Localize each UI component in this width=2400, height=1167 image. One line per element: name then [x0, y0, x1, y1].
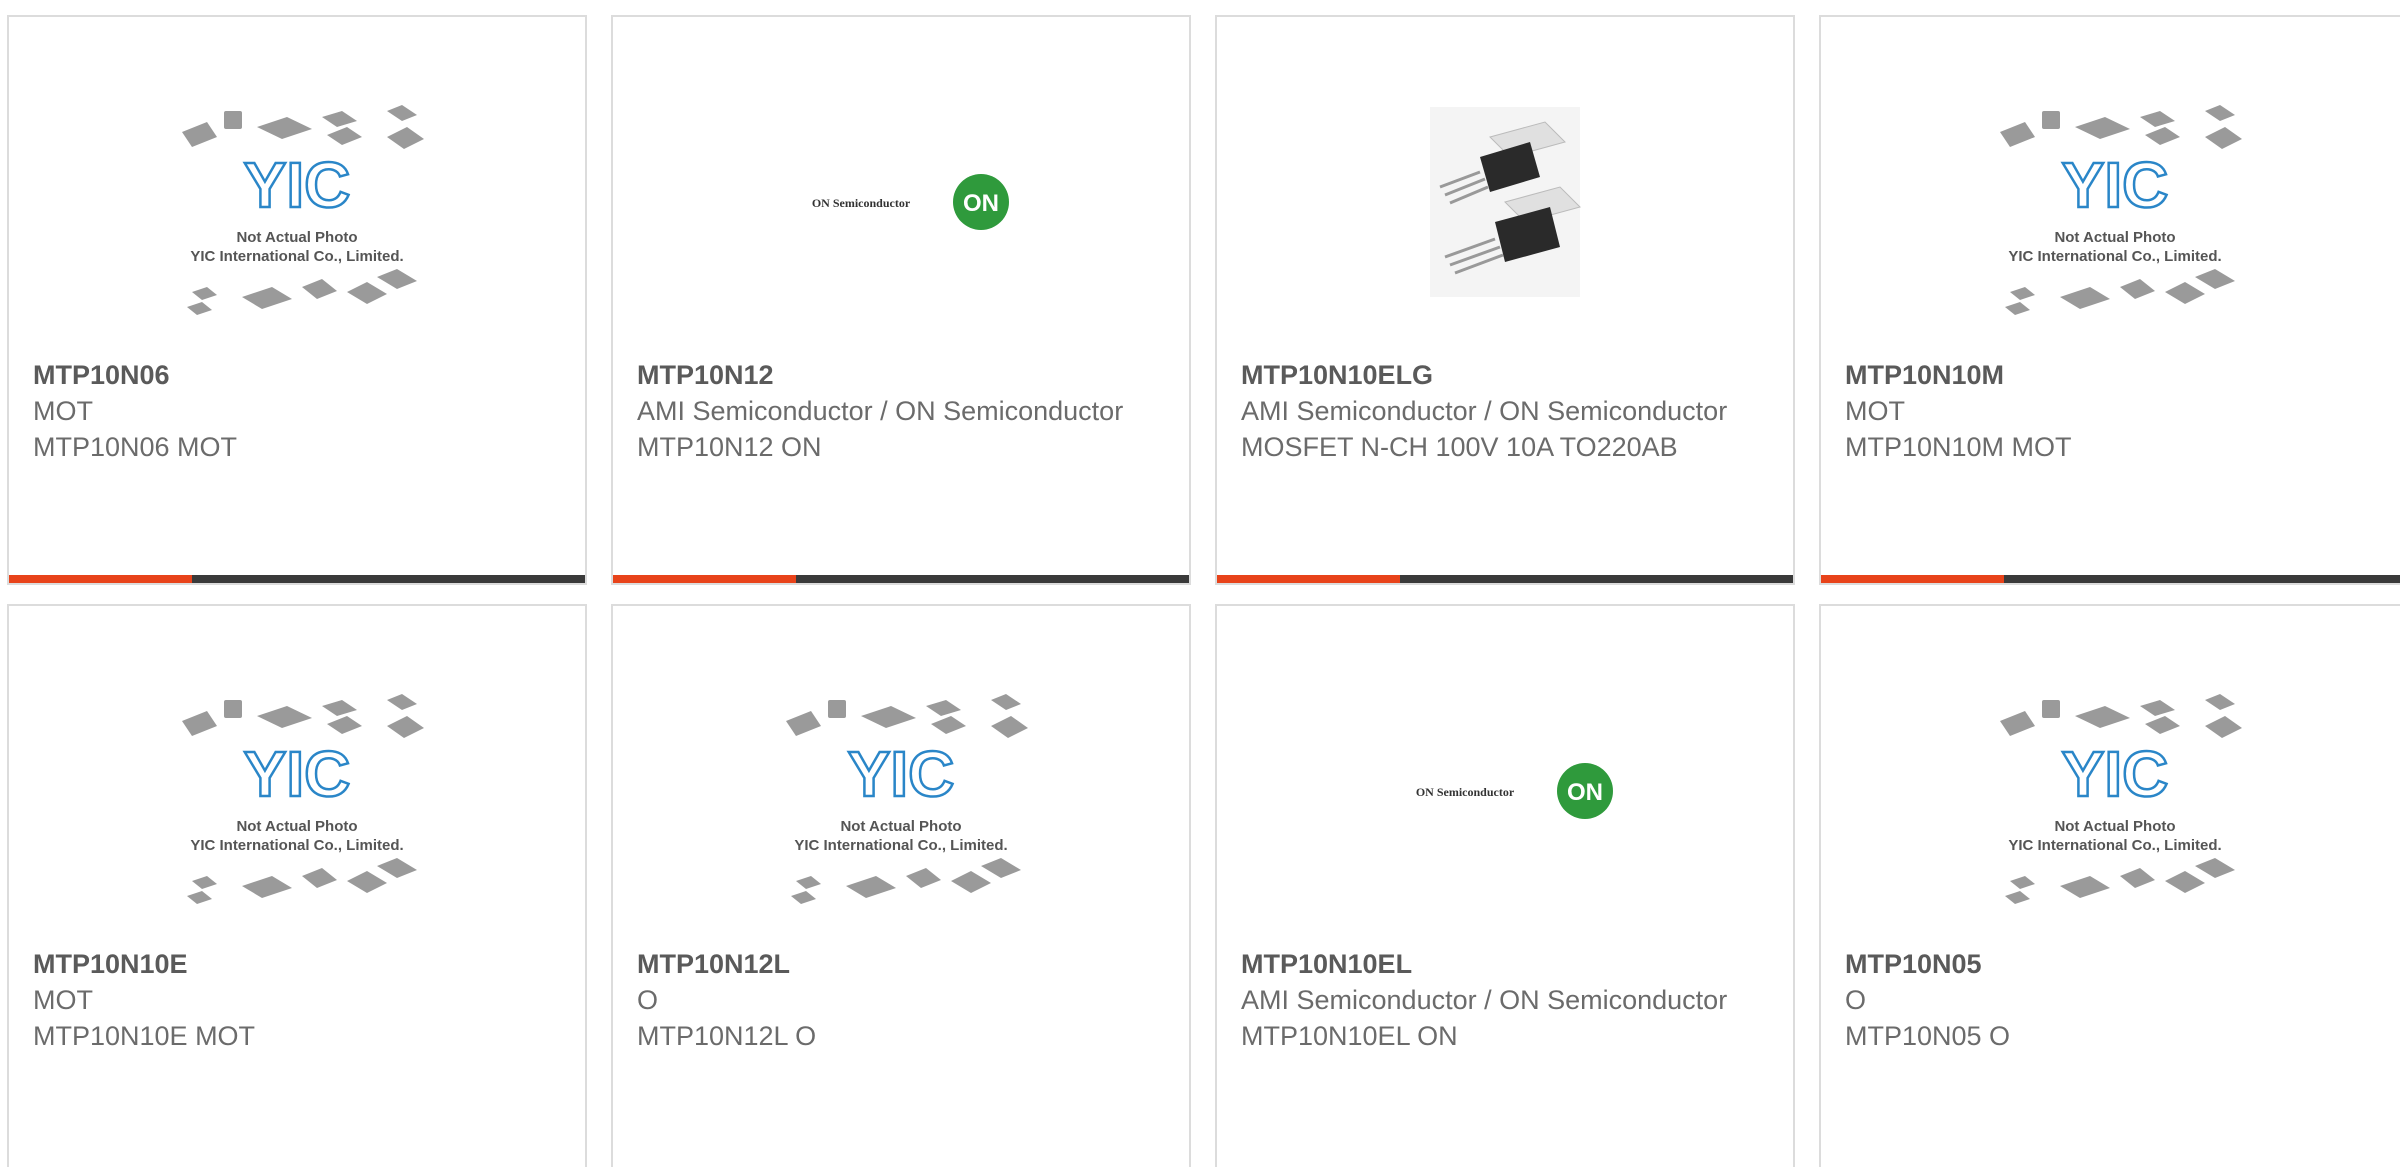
product-card[interactable]: YIC Not Actual Photo YIC International C…: [7, 15, 587, 585]
yic-placeholder-image: YIC Not Actual Photo YIC International C…: [182, 694, 424, 904]
svg-text:Not Actual Photo: Not Actual Photo: [840, 818, 961, 835]
yic-placeholder-image: YIC Not Actual Photo YIC International C…: [2000, 105, 2242, 315]
part-number[interactable]: MTP10N10M: [1845, 357, 2389, 393]
product-image[interactable]: YIC Not Actual Photo YIC International C…: [613, 686, 1189, 956]
to220-package-image: [1430, 107, 1581, 297]
svg-text:YIC: YIC: [244, 149, 351, 221]
svg-text:YIC International Co., Limited: YIC International Co., Limited.: [794, 837, 1007, 854]
svg-text:YIC: YIC: [2062, 149, 2169, 221]
card-accent-bar: [9, 575, 585, 583]
svg-text:ON Semiconductor: ON Semiconductor: [812, 196, 911, 210]
svg-text:YIC International Co., Limited: YIC International Co., Limited.: [190, 837, 403, 854]
description: MTP10N06 MOT: [33, 432, 238, 462]
yic-placeholder-image: YIC Not Actual Photo YIC International C…: [2000, 694, 2242, 904]
card-accent-bar: [1217, 575, 1793, 583]
svg-text:Not Actual Photo: Not Actual Photo: [236, 818, 357, 835]
part-number[interactable]: MTP10N05: [1845, 946, 2389, 982]
description: MTP10N12L O: [637, 1021, 817, 1051]
svg-text:Not Actual Photo: Not Actual Photo: [2054, 818, 2175, 835]
card-accent-bar: [1821, 575, 2400, 583]
product-card[interactable]: ON Semiconductor ON MTP10N12 AMI Semicon…: [611, 15, 1191, 585]
description: MTP10N10EL ON: [1241, 1021, 1458, 1051]
product-card[interactable]: YIC Not Actual Photo YIC International C…: [1819, 15, 2400, 585]
description: MTP10N05 O: [1845, 1021, 2011, 1051]
svg-text:YIC: YIC: [848, 738, 955, 810]
on-semiconductor-logo-image: ON Semiconductor ON: [1416, 763, 1613, 819]
yic-placeholder-image: YIC Not Actual Photo YIC International C…: [786, 694, 1028, 904]
manufacturer: MOT: [1845, 396, 1905, 426]
manufacturer: O: [637, 985, 659, 1015]
product-image[interactable]: [1217, 97, 1793, 367]
description: MTP10N12 ON: [637, 432, 822, 462]
svg-text:YIC: YIC: [244, 738, 351, 810]
product-card[interactable]: MTP10N10ELG AMI Semiconductor / ON Semic…: [1215, 15, 1795, 585]
svg-text:Not Actual Photo: Not Actual Photo: [236, 229, 357, 246]
svg-text:ON: ON: [1567, 779, 1603, 806]
manufacturer: MOT: [33, 985, 93, 1015]
part-number[interactable]: MTP10N10ELG: [1241, 357, 1773, 393]
product-image[interactable]: YIC Not Actual Photo YIC International C…: [1821, 686, 2400, 956]
manufacturer: AMI Semiconductor / ON Semiconductor: [1241, 985, 1728, 1015]
product-card[interactable]: YIC Not Actual Photo YIC International C…: [7, 604, 587, 1167]
manufacturer: MOT: [33, 396, 93, 426]
description: MTP10N10E MOT: [33, 1021, 256, 1051]
svg-text:YIC International Co., Limited: YIC International Co., Limited.: [2008, 837, 2221, 854]
yic-placeholder-image: YIC Not Actual Photo YIC International C…: [182, 105, 424, 315]
product-image[interactable]: YIC Not Actual Photo YIC International C…: [1821, 97, 2400, 367]
part-number[interactable]: MTP10N10E: [33, 946, 565, 982]
product-image[interactable]: YIC Not Actual Photo YIC International C…: [9, 686, 585, 956]
product-image[interactable]: YIC Not Actual Photo YIC International C…: [9, 97, 585, 367]
description: MOSFET N-CH 100V 10A TO220AB: [1241, 432, 1678, 462]
part-number[interactable]: MTP10N12L: [637, 946, 1169, 982]
product-image[interactable]: ON Semiconductor ON: [613, 97, 1189, 367]
manufacturer: AMI Semiconductor / ON Semiconductor: [637, 396, 1124, 426]
card-accent-bar: [613, 575, 1189, 583]
product-card[interactable]: YIC Not Actual Photo YIC International C…: [611, 604, 1191, 1167]
product-card[interactable]: ON Semiconductor ON MTP10N10EL AMI Semic…: [1215, 604, 1795, 1167]
on-semiconductor-logo-image: ON Semiconductor ON: [812, 174, 1009, 230]
svg-text:YIC International Co., Limited: YIC International Co., Limited.: [2008, 248, 2221, 265]
part-number[interactable]: MTP10N10EL: [1241, 946, 1773, 982]
product-image[interactable]: ON Semiconductor ON: [1217, 686, 1793, 956]
svg-text:YIC International Co., Limited: YIC International Co., Limited.: [190, 248, 403, 265]
description: MTP10N10M MOT: [1845, 432, 2072, 462]
svg-text:ON Semiconductor: ON Semiconductor: [1416, 785, 1515, 799]
part-number[interactable]: MTP10N12: [637, 357, 1169, 393]
product-grid: YIC Not Actual Photo YIC International C…: [0, 0, 2400, 1167]
svg-text:ON: ON: [963, 190, 999, 217]
svg-text:Not Actual Photo: Not Actual Photo: [2054, 229, 2175, 246]
svg-text:YIC: YIC: [2062, 738, 2169, 810]
part-number[interactable]: MTP10N06: [33, 357, 565, 393]
manufacturer: O: [1845, 985, 1867, 1015]
manufacturer: AMI Semiconductor / ON Semiconductor: [1241, 396, 1728, 426]
product-card[interactable]: YIC Not Actual Photo YIC International C…: [1819, 604, 2400, 1167]
